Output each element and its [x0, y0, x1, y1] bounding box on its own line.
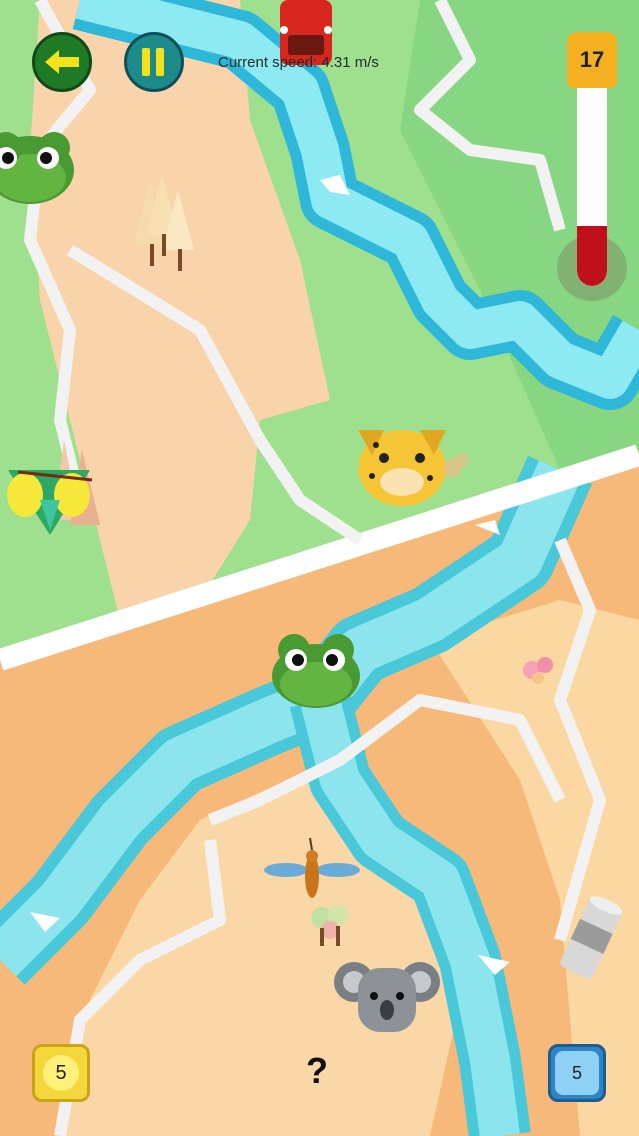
coin-powerup-button[interactable]: 5 — [32, 1044, 90, 1102]
thermometer-fill — [577, 226, 607, 286]
coin-count: 5 — [55, 1061, 67, 1084]
crack-icon: 5 — [555, 1051, 599, 1095]
game-map — [0, 0, 639, 1136]
level-number: 17 — [579, 47, 605, 72]
pause-button[interactable] — [124, 32, 184, 92]
arrow-left-icon — [45, 50, 79, 74]
pause-icon — [142, 48, 164, 76]
crack-count: 5 — [571, 1062, 582, 1083]
crack-powerup-button[interactable]: 5 — [548, 1044, 606, 1102]
coin-icon: 5 — [43, 1055, 79, 1091]
back-button[interactable] — [32, 32, 92, 92]
frog-animal — [272, 634, 360, 708]
thermometer: 17 — [557, 32, 627, 301]
thermometer-tube — [577, 86, 607, 286]
help-button[interactable]: ? — [306, 1050, 328, 1092]
level-badge: 17 — [567, 32, 617, 88]
speed-readout: Current speed: 4.31 m/s — [218, 54, 379, 71]
